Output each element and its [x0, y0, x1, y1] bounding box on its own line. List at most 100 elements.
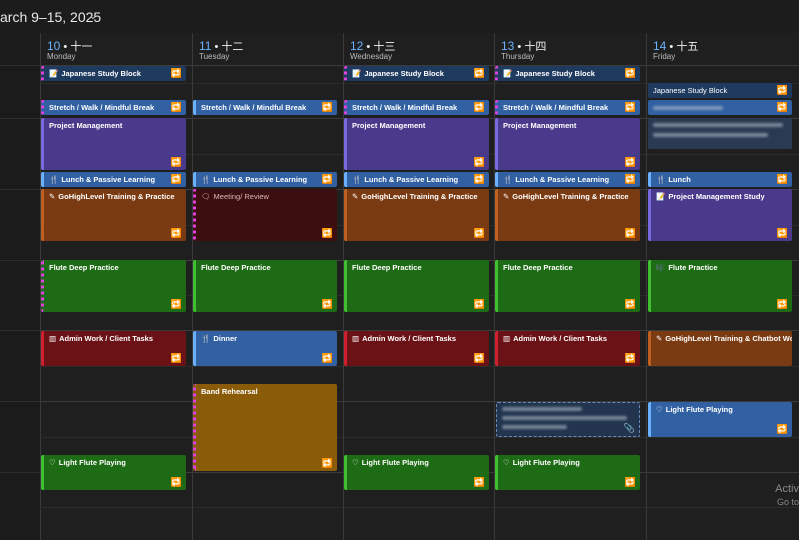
- repeat-icon: 🔁: [776, 424, 788, 434]
- day-name: Tuesday: [199, 52, 230, 61]
- gutter-line: [0, 189, 40, 190]
- event-japanese-study[interactable]: Japanese Study Block 🔁: [648, 83, 792, 98]
- day-divider: [646, 33, 647, 540]
- repeat-icon: 🔁: [624, 353, 636, 363]
- event-project-management-study[interactable]: 📝 Project Management Study 🔁: [648, 189, 792, 241]
- day-header-thursday[interactable]: 13 • 十四 Thursday: [495, 33, 646, 65]
- day-name: Thursday: [501, 52, 535, 61]
- event-blurred-2[interactable]: [648, 118, 792, 149]
- pencil-icon: ✎: [352, 192, 359, 201]
- event-band-rehearsal[interactable]: Band Rehearsal 🔁: [193, 384, 337, 471]
- gutter-line: [0, 118, 40, 119]
- gutter-line: [0, 260, 40, 261]
- event-dinner[interactable]: 🍴 Dinner 🔁: [193, 331, 337, 366]
- event-admin-work[interactable]: ▥ Admin Work / Client Tasks 🔁: [41, 331, 186, 366]
- day-header-monday[interactable]: 10 • 十一 Monday: [41, 33, 192, 65]
- repeat-icon: 🔁: [321, 458, 333, 468]
- repeat-icon: 🔁: [473, 102, 485, 112]
- event-flute-practice[interactable]: 🎼 Flute Practice 🔁: [648, 260, 792, 312]
- event-blurred-tentative[interactable]: 📎: [496, 402, 640, 437]
- event-lunch[interactable]: 🍴 Lunch & Passive Learning 🔁: [495, 172, 640, 187]
- fork-knife-icon: 🍴: [656, 175, 666, 184]
- event-japanese-study[interactable]: 📝 Japanese Study Block 🔁: [495, 66, 640, 81]
- pencil-icon: ✎: [503, 192, 510, 201]
- event-stretch-break[interactable]: Stretch / Walk / Mindful Break 🔁: [41, 100, 186, 115]
- event-flute-deep-practice[interactable]: Flute Deep Practice 🔁: [495, 260, 640, 312]
- fork-knife-icon: 🍴: [352, 175, 362, 184]
- event-stretch-break[interactable]: Stretch / Walk / Mindful Break 🔁: [193, 100, 337, 115]
- repeat-icon: 🔁: [170, 299, 182, 309]
- edit-icon: 📝: [656, 192, 666, 201]
- date-range-title[interactable]: arch 9–15, 2025: [0, 9, 101, 25]
- repeat-icon: 🔁: [624, 299, 636, 309]
- gutter-line: [0, 65, 40, 66]
- redacted-text: [653, 123, 783, 127]
- edit-icon: 📝: [503, 69, 513, 78]
- event-lunch[interactable]: 🍴 Lunch & Passive Learning 🔁: [344, 172, 489, 187]
- half-hour-line: [40, 507, 799, 508]
- day-number: 14: [653, 39, 667, 53]
- redacted-text: [653, 106, 723, 110]
- event-project-management[interactable]: Project Management 🔁: [344, 118, 489, 170]
- event-light-flute-playing[interactable]: ♡ Light Flute Playing 🔁: [344, 455, 489, 490]
- event-gohighlevel-chatbot[interactable]: ✎ GoHighLevel Training & Chatbot Work: [648, 331, 792, 366]
- event-gohighlevel-training[interactable]: ✎ GoHighLevel Training & Practice 🔁: [344, 189, 489, 241]
- repeat-icon: 🔁: [624, 228, 636, 238]
- event-blurred-1[interactable]: 🔁: [648, 100, 792, 115]
- event-stretch-break[interactable]: Stretch / Walk / Mindful Break 🔁: [495, 100, 640, 115]
- repeat-icon: 🔁: [624, 174, 636, 184]
- activation-watermark: Activ: [775, 483, 799, 495]
- event-project-management[interactable]: Project Management 🔁: [41, 118, 186, 170]
- gutter-line: [0, 401, 40, 402]
- pencil-icon: ✎: [656, 334, 663, 343]
- day-header-tuesday[interactable]: 11 • 十二 Tuesday: [193, 33, 343, 65]
- music-icon: 🎼: [656, 263, 666, 272]
- repeat-icon: 🔁: [321, 299, 333, 309]
- event-light-flute-playing[interactable]: ♡ Light Flute Playing 🔁: [41, 455, 186, 490]
- day-name: Wednesday: [350, 52, 393, 61]
- half-hour-line: [40, 366, 799, 367]
- event-lunch[interactable]: 🍴 Lunch & Passive Learning 🔁: [41, 172, 186, 187]
- time-gutter: [0, 33, 41, 540]
- event-project-management[interactable]: Project Management 🔁: [495, 118, 640, 170]
- day-name: Friday: [653, 52, 676, 61]
- event-flute-deep-practice[interactable]: Flute Deep Practice 🔁: [41, 260, 186, 312]
- calendar-toolbar: arch 9–15, 2025 ⌄: [0, 0, 799, 34]
- repeat-icon: 🔁: [776, 85, 788, 95]
- event-light-flute-playing[interactable]: ♡ Light Flute Playing 🔁: [495, 455, 640, 490]
- event-lunch[interactable]: 🍴 Lunch & Passive Learning 🔁: [193, 172, 337, 187]
- fork-knife-icon: 🍴: [201, 334, 211, 343]
- repeat-icon: 🔁: [473, 477, 485, 487]
- event-flute-deep-practice[interactable]: Flute Deep Practice 🔁: [193, 260, 337, 312]
- event-light-flute-playing[interactable]: ♡ Light Flute Playing 🔁: [648, 402, 792, 437]
- repeat-icon: 🔁: [321, 102, 333, 112]
- day-header-friday[interactable]: 14 • 十五 Friday: [647, 33, 799, 65]
- day-header-wednesday[interactable]: 12 • 十三 Wednesday: [344, 33, 494, 65]
- event-japanese-study[interactable]: 📝 Japanese Study Block 🔁: [344, 66, 489, 81]
- repeat-icon: 🔁: [170, 157, 182, 167]
- event-stretch-break[interactable]: Stretch / Walk / Mindful Break 🔁: [344, 100, 489, 115]
- briefcase-icon: ▥: [352, 334, 360, 343]
- week-grid: 10 • 十一 Monday 11 • 十二 Tuesday 12 • 十三 W…: [0, 33, 799, 540]
- repeat-icon: 🔁: [321, 174, 333, 184]
- briefcase-icon: ▥: [49, 334, 57, 343]
- chevron-down-icon[interactable]: ⌄: [88, 8, 98, 22]
- event-lunch[interactable]: 🍴 Lunch 🔁: [648, 172, 792, 187]
- heart-icon: ♡: [503, 458, 510, 467]
- event-flute-deep-practice[interactable]: Flute Deep Practice 🔁: [344, 260, 489, 312]
- event-gohighlevel-training[interactable]: ✎ GoHighLevel Training & Practice 🔁: [495, 189, 640, 241]
- day-number: 10: [47, 39, 61, 53]
- repeat-icon: 🔁: [473, 157, 485, 167]
- event-admin-work[interactable]: ▥ Admin Work / Client Tasks 🔁: [495, 331, 640, 366]
- event-gohighlevel-training[interactable]: ✎ GoHighLevel Training & Practice 🔁: [41, 189, 186, 241]
- repeat-icon: 🔁: [473, 174, 485, 184]
- repeat-icon: 🔁: [473, 353, 485, 363]
- repeat-icon: 🔁: [170, 228, 182, 238]
- heart-icon: ♡: [49, 458, 56, 467]
- repeat-icon: 🔁: [624, 68, 636, 78]
- redacted-text: [653, 133, 768, 137]
- event-japanese-study[interactable]: 📝 Japanese Study Block 🔁: [41, 66, 186, 81]
- event-admin-work[interactable]: ▥ Admin Work / Client Tasks 🔁: [344, 331, 489, 366]
- event-meeting-review[interactable]: 🗨 Meeting/ Review 🔁: [193, 189, 337, 241]
- redacted-text: [502, 407, 582, 411]
